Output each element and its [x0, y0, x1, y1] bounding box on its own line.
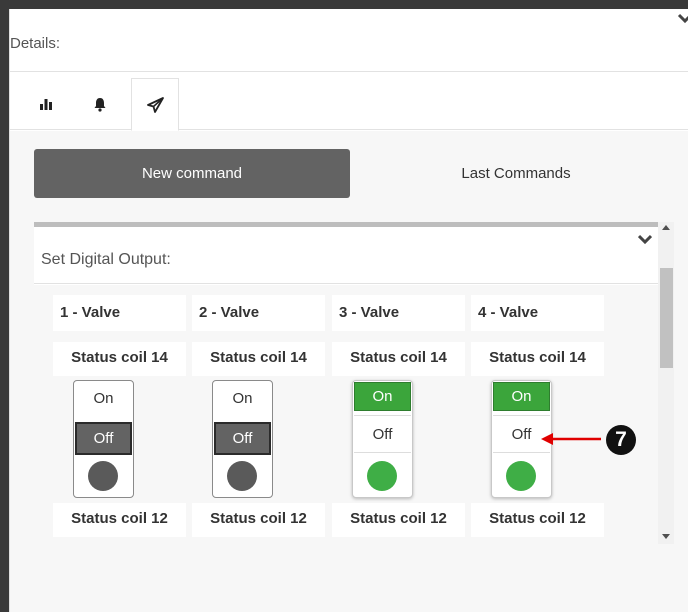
set-digital-output-header: Set Digital Output: — [34, 230, 658, 284]
send-icon — [146, 96, 164, 113]
details-title: Details: — [10, 35, 61, 52]
bell-icon — [94, 97, 106, 112]
valve-name: 2 - Valve — [192, 295, 325, 331]
on-off-switch[interactable]: On Off — [212, 380, 273, 498]
status-led — [506, 461, 536, 491]
switch-off-option[interactable]: Off — [214, 422, 271, 455]
on-off-switch[interactable]: On Off — [352, 380, 413, 498]
scroll-up-arrow-icon[interactable] — [662, 225, 670, 230]
switch-on-option[interactable]: On — [214, 382, 271, 415]
status-led — [227, 461, 257, 491]
scroll-thumb[interactable] — [660, 268, 673, 368]
new-command-button[interactable]: New command — [34, 149, 350, 198]
window-frame-left — [0, 0, 9, 612]
scroll-down-arrow-icon[interactable] — [662, 534, 670, 539]
last-commands-button[interactable]: Last Commands — [358, 149, 674, 198]
valve-card: 4 - Valve Status coil 14 On Off Status c… — [471, 295, 604, 544]
status-led — [88, 461, 118, 491]
tab-statistics[interactable] — [22, 78, 70, 130]
window-frame-top — [0, 0, 688, 9]
status-label: Status coil 12 — [53, 503, 186, 537]
status-led — [367, 461, 397, 491]
valve-name: 1 - Valve — [53, 295, 186, 331]
status-label: Status coil 12 — [192, 503, 325, 537]
annotation-arrow-icon — [541, 433, 601, 445]
valve-name: 4 - Valve — [471, 295, 604, 331]
bar-chart-icon — [40, 99, 52, 110]
tab-alarms[interactable] — [76, 78, 124, 130]
status-label: Status coil 14 — [53, 342, 186, 376]
status-label: Status coil 12 — [471, 503, 604, 537]
switch-on-option[interactable]: On — [354, 382, 411, 411]
valve-list: 1 - Valve Status coil 14 On Off Status c… — [34, 285, 658, 544]
commands-content: New command Last Commands Set Digital Ou… — [10, 131, 688, 612]
annotation-number-badge: 7 — [606, 425, 636, 455]
chevron-down-icon[interactable] — [677, 11, 688, 27]
switch-off-option[interactable]: Off — [75, 422, 132, 455]
on-off-switch[interactable]: On Off — [73, 380, 134, 498]
valve-card: 1 - Valve Status coil 14 On Off Status c… — [53, 295, 186, 544]
valve-name: 3 - Valve — [332, 295, 465, 331]
details-panel: Details: New command Last Commands Set D… — [9, 9, 688, 612]
status-label: Status coil 14 — [192, 342, 325, 376]
switch-on-option[interactable]: On — [75, 382, 132, 415]
valve-card: 3 - Valve Status coil 14 On Off Status c… — [332, 295, 465, 544]
set-digital-output-panel: Set Digital Output: 1 - Valve Status coi… — [34, 222, 658, 544]
switch-off-option[interactable]: Off — [354, 415, 411, 453]
status-label: Status coil 14 — [332, 342, 465, 376]
tab-commands[interactable] — [131, 78, 179, 131]
scrollbar[interactable] — [658, 222, 674, 544]
status-label: Status coil 12 — [332, 503, 465, 537]
details-header: Details: — [10, 9, 688, 72]
switch-on-option[interactable]: On — [493, 382, 550, 411]
set-digital-output-title: Set Digital Output: — [41, 251, 171, 268]
chevron-down-icon[interactable] — [638, 234, 652, 246]
status-label: Status coil 14 — [471, 342, 604, 376]
tab-bar — [10, 72, 688, 131]
valve-card: 2 - Valve Status coil 14 On Off Status c… — [192, 295, 325, 544]
